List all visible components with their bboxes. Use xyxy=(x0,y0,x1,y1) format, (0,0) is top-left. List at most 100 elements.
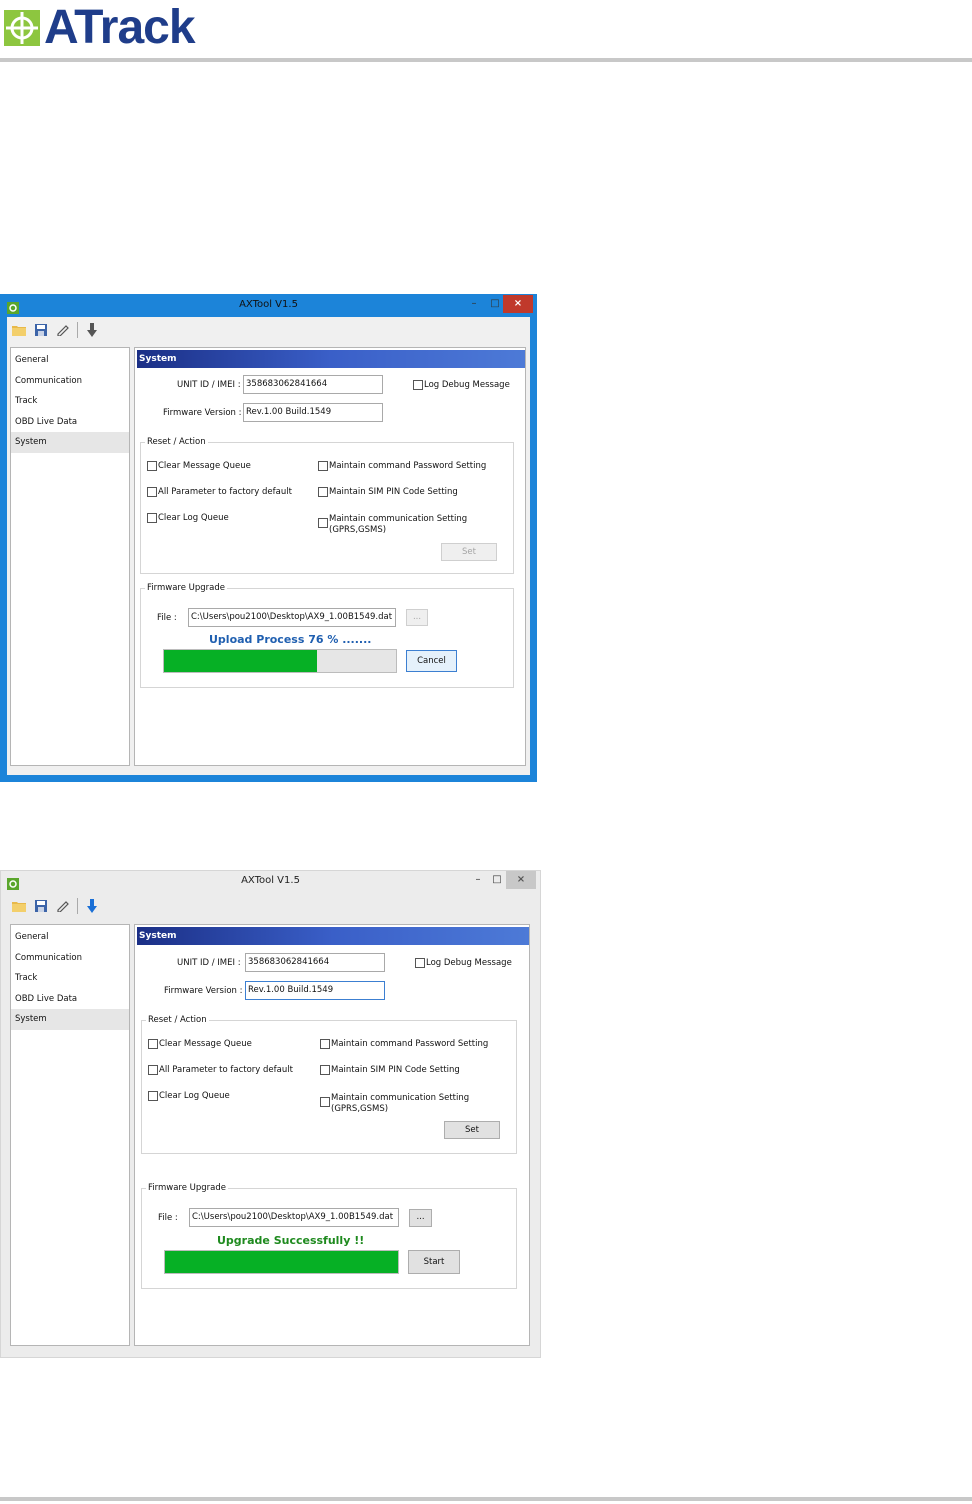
file-path-field[interactable]: C:\Users\pou2100\Desktop\AX9_1.00B1549.d… xyxy=(189,1208,399,1227)
firmware-upgrade-group: Firmware Upgrade File : C:\Users\pou2100… xyxy=(141,1183,517,1289)
clear-log-queue-checkbox[interactable] xyxy=(147,513,157,523)
maintain-communication-sublabel: (GPRS,GSMS) xyxy=(329,525,387,535)
system-panel: System UNIT ID / IMEI : 358683062841664 … xyxy=(134,924,530,1346)
window-title: AXTool V1.5 xyxy=(241,875,300,886)
clear-message-queue-checkbox[interactable] xyxy=(148,1039,158,1049)
firmware-upgrade-title: Firmware Upgrade xyxy=(145,583,227,593)
maintain-communication-label: Maintain communication Setting xyxy=(329,514,468,524)
clear-log-queue-label: Clear Log Queue xyxy=(159,1091,230,1101)
toolbar xyxy=(11,895,100,917)
reset-action-title: Reset / Action xyxy=(145,437,208,447)
maintain-communication-checkbox[interactable] xyxy=(318,518,328,528)
set-button[interactable]: Set xyxy=(444,1121,500,1139)
section-header: System xyxy=(137,927,529,945)
toolbar-separator xyxy=(77,322,78,338)
axtool-window-uploading: AXTool V1.5 – □ × General Communication … xyxy=(0,294,537,782)
all-parameter-label: All Parameter to factory default xyxy=(159,1065,293,1075)
file-label: File : xyxy=(158,1213,178,1223)
title-bar: AXTool V1.5 – □ × xyxy=(1,871,540,893)
maintain-password-checkbox[interactable] xyxy=(318,461,328,471)
open-folder-icon[interactable] xyxy=(11,898,27,914)
nav-item-system[interactable]: System xyxy=(11,432,129,453)
firmware-version-label: Firmware Version : xyxy=(163,408,242,418)
maintain-sim-pin-checkbox[interactable] xyxy=(320,1065,330,1075)
clear-log-queue-checkbox[interactable] xyxy=(148,1091,158,1101)
firmware-version-label: Firmware Version : xyxy=(164,986,243,996)
all-parameter-label: All Parameter to factory default xyxy=(158,487,292,497)
download-arrow-icon[interactable] xyxy=(84,898,100,914)
nav-item-general[interactable]: General xyxy=(11,927,129,948)
window-title: AXTool V1.5 xyxy=(239,299,298,310)
atrack-logo: ATrack xyxy=(4,1,196,54)
nav-item-obd-live-data[interactable]: OBD Live Data xyxy=(11,412,129,433)
maintain-password-label: Maintain command Password Setting xyxy=(329,461,487,471)
clear-log-queue-label: Clear Log Queue xyxy=(158,513,229,523)
minimize-button[interactable]: – xyxy=(467,871,489,889)
brand-name: ATrack xyxy=(44,1,196,54)
clear-message-queue-label: Clear Message Queue xyxy=(159,1039,252,1049)
all-parameter-checkbox[interactable] xyxy=(148,1065,158,1075)
window-client-area: General Communication Track OBD Live Dat… xyxy=(7,317,530,775)
nav-item-communication[interactable]: Communication xyxy=(11,948,129,969)
nav-item-system[interactable]: System xyxy=(11,1009,129,1030)
save-icon[interactable] xyxy=(33,322,49,338)
minimize-button[interactable]: – xyxy=(463,295,485,313)
upgrade-status-text: Upgrade Successfully !! xyxy=(217,1234,365,1247)
nav-item-track[interactable]: Track xyxy=(11,968,129,989)
clear-message-queue-label: Clear Message Queue xyxy=(158,461,251,471)
file-path-field[interactable]: C:\Users\pou2100\Desktop\AX9_1.00B1549.d… xyxy=(188,608,396,627)
maintain-sim-pin-checkbox[interactable] xyxy=(318,487,328,497)
nav-sidebar: General Communication Track OBD Live Dat… xyxy=(10,347,130,766)
close-button[interactable]: × xyxy=(506,871,536,889)
all-parameter-checkbox[interactable] xyxy=(147,487,157,497)
open-folder-icon[interactable] xyxy=(11,322,27,338)
start-button[interactable]: Start xyxy=(408,1250,460,1274)
nav-item-track[interactable]: Track xyxy=(11,391,129,412)
clear-message-queue-checkbox[interactable] xyxy=(147,461,157,471)
log-debug-label: Log Debug Message xyxy=(426,958,512,968)
toolbar-separator xyxy=(77,898,78,914)
unit-id-label: UNIT ID / IMEI : xyxy=(177,380,241,390)
unit-id-field[interactable]: 358683062841664 xyxy=(245,953,385,972)
set-button[interactable]: Set xyxy=(441,543,497,561)
maintain-password-checkbox[interactable] xyxy=(320,1039,330,1049)
window-client-area: General Communication Track OBD Live Dat… xyxy=(1,893,540,1357)
maintain-communication-checkbox[interactable] xyxy=(320,1097,330,1107)
edit-icon[interactable] xyxy=(55,898,71,914)
unit-id-field[interactable]: 358683062841664 xyxy=(243,375,383,394)
firmware-upgrade-title: Firmware Upgrade xyxy=(146,1183,228,1193)
upload-progress-fill xyxy=(164,650,318,672)
firmware-version-field[interactable]: Rev.1.00 Build.1549 xyxy=(243,403,383,422)
log-debug-checkbox[interactable] xyxy=(413,380,423,390)
save-icon[interactable] xyxy=(33,898,49,914)
upgrade-progress-fill xyxy=(165,1251,398,1273)
firmware-version-field[interactable]: Rev.1.00 Build.1549 xyxy=(245,981,385,1000)
footer-divider xyxy=(0,1497,972,1501)
download-arrow-icon[interactable] xyxy=(84,322,100,338)
maintain-communication-label: Maintain communication Setting xyxy=(331,1093,470,1103)
browse-button[interactable]: ... xyxy=(409,1209,432,1227)
upload-status-text: Upload Process 76 % ....... xyxy=(209,633,372,646)
upload-progress-bar xyxy=(163,649,397,673)
maintain-sim-pin-label: Maintain SIM PIN Code Setting xyxy=(329,487,458,497)
toolbar xyxy=(11,319,100,341)
title-bar: AXTool V1.5 – □ × xyxy=(1,295,536,317)
file-label: File : xyxy=(157,613,177,623)
maximize-button[interactable]: □ xyxy=(487,871,507,889)
edit-icon[interactable] xyxy=(55,322,71,338)
section-header: System xyxy=(137,350,525,368)
crosshair-logo-icon xyxy=(4,10,40,46)
close-button[interactable]: × xyxy=(503,295,533,313)
cancel-button[interactable]: Cancel xyxy=(406,650,457,672)
nav-item-obd-live-data[interactable]: OBD Live Data xyxy=(11,989,129,1010)
log-debug-checkbox[interactable] xyxy=(415,958,425,968)
reset-action-title: Reset / Action xyxy=(146,1015,209,1025)
nav-item-communication[interactable]: Communication xyxy=(11,371,129,392)
maximize-button[interactable]: □ xyxy=(485,295,505,313)
upgrade-progress-bar xyxy=(164,1250,399,1274)
nav-sidebar: General Communication Track OBD Live Dat… xyxy=(10,924,130,1346)
browse-button[interactable]: ... xyxy=(406,609,428,626)
firmware-upgrade-group: Firmware Upgrade File : C:\Users\pou2100… xyxy=(140,583,514,688)
reset-action-group: Reset / Action Clear Message Queue All P… xyxy=(140,437,514,574)
nav-item-general[interactable]: General xyxy=(11,350,129,371)
